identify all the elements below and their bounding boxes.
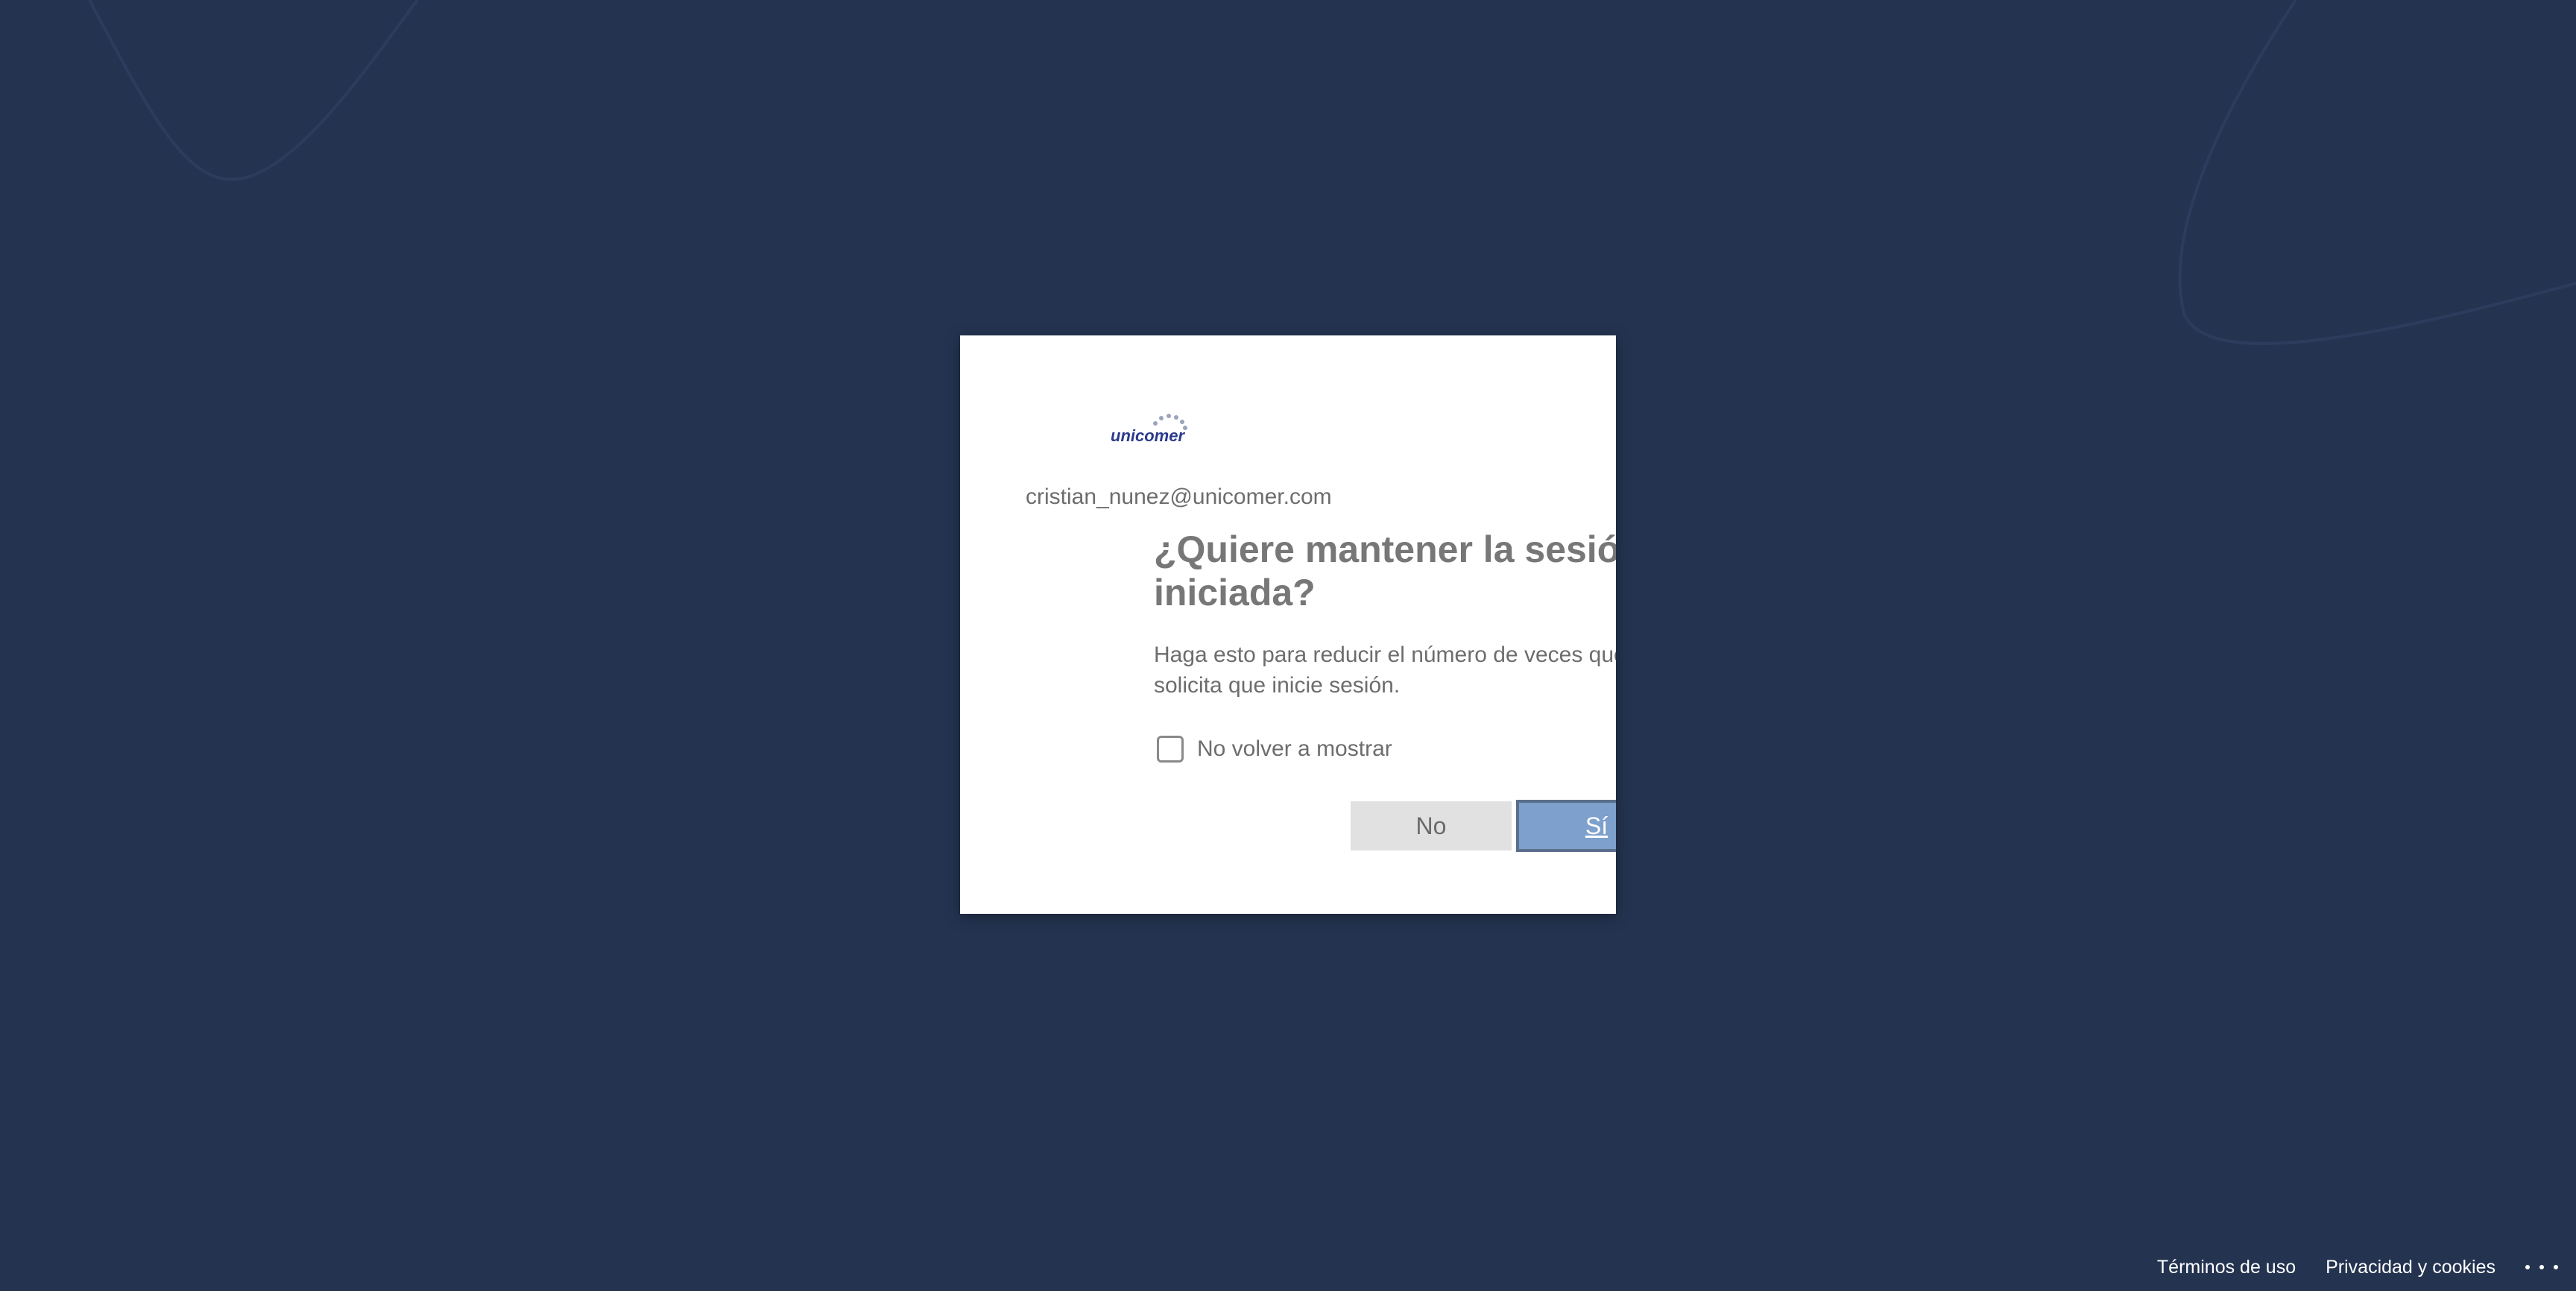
dont-show-again-checkbox[interactable] xyxy=(1157,736,1184,763)
no-button[interactable]: No xyxy=(1351,801,1512,850)
footer: Términos de uso Privacidad y cookies xyxy=(2127,1252,2558,1282)
dialog-heading: ¿Quiere mantener la sesión iniciada? xyxy=(1154,528,1616,613)
ellipsis-icon[interactable] xyxy=(2525,1263,2558,1272)
account-email: cristian_nunez@unicomer.com xyxy=(1026,484,1332,509)
privacy-cookies-link[interactable]: Privacidad y cookies xyxy=(2326,1257,2496,1278)
terms-of-use-link[interactable]: Términos de uso xyxy=(2157,1257,2296,1278)
stay-signed-in-dialog: unicomer cristian_nunez@unicomer.com ¿Qu… xyxy=(960,335,1616,914)
unicomer-logo: unicomer xyxy=(1109,407,1199,452)
dialog-description: Haga esto para reducir el número de vece… xyxy=(1154,643,1616,698)
svg-text:unicomer: unicomer xyxy=(1111,426,1185,445)
yes-button[interactable]: Sí xyxy=(1516,800,1616,852)
dont-show-again-label[interactable]: No volver a mostrar xyxy=(1197,736,1392,762)
dont-show-again-row[interactable]: No volver a mostrar xyxy=(1157,733,1392,765)
